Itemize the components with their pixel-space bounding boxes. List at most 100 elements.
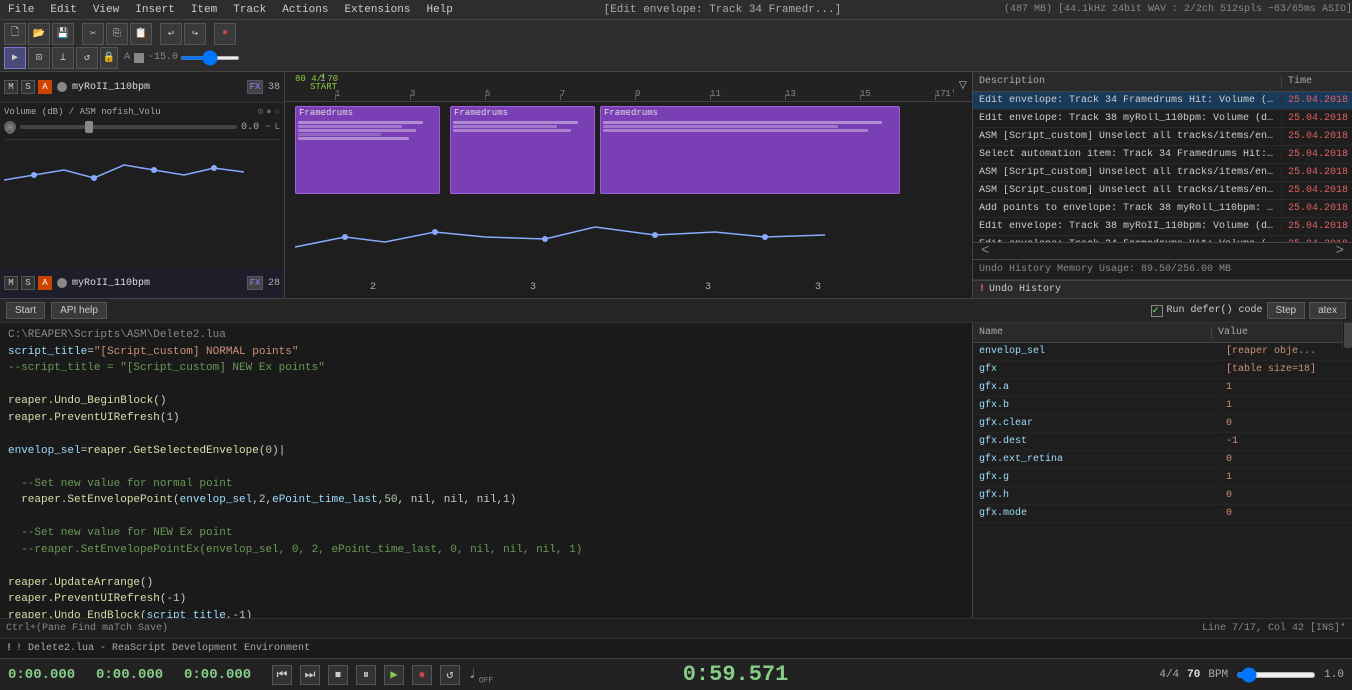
var-item[interactable]: gfx.clear 0: [973, 415, 1352, 433]
history-item[interactable]: ASM [Script_custom] Unselect all tracks/…: [973, 164, 1352, 182]
history-item[interactable]: Edit envelope: Track 34 Framedrums Hit: …: [973, 92, 1352, 110]
track1-mute[interactable]: M: [4, 80, 18, 94]
menu-extensions[interactable]: Extensions: [336, 2, 418, 18]
history-item[interactable]: Select automation item: Track 34 Framedr…: [973, 146, 1352, 164]
history-list[interactable]: Edit envelope: Track 34 Framedrums Hit: …: [973, 92, 1352, 242]
clip-3[interactable]: Framedrums: [600, 106, 900, 194]
history-item[interactable]: Add points to envelope: Track 38 myRoll_…: [973, 200, 1352, 218]
toolbar-lock[interactable]: 🔒: [100, 47, 118, 69]
toolbar-cut[interactable]: ✂: [82, 23, 104, 45]
var-item[interactable]: gfx.g 1: [973, 469, 1352, 487]
menu-view[interactable]: View: [85, 2, 127, 18]
toolbar-select[interactable]: ▶: [4, 47, 26, 69]
bpm-display: 70: [1187, 669, 1200, 681]
transport-skip-start[interactable]: ⏮: [272, 665, 292, 685]
var-item[interactable]: gfx.a 1: [973, 379, 1352, 397]
track1-arm[interactable]: A: [38, 80, 52, 94]
code-line-12: --Set new value for NEW Ex point: [8, 525, 964, 542]
arrange-tracks[interactable]: Framedrums Framedrums: [285, 102, 972, 298]
editor-controls-left: Start API help: [6, 302, 107, 319]
api-help-btn[interactable]: API help: [51, 302, 107, 319]
history-item[interactable]: Edit envelope: Track 38 myRoll_110bpm: V…: [973, 110, 1352, 128]
track2-arm[interactable]: A: [38, 276, 52, 290]
menu-file[interactable]: File: [0, 2, 42, 18]
var-item[interactable]: gfx.dest -1: [973, 433, 1352, 451]
title-exclaim: !: [6, 643, 12, 654]
menu-track[interactable]: Track: [225, 2, 274, 18]
title-text: ! Delete2.lua - ReaScript Development En…: [16, 643, 310, 654]
menu-actions[interactable]: Actions: [274, 2, 336, 18]
var-value: [reaper obje...: [1222, 346, 1352, 357]
track-volume-slider[interactable]: [180, 56, 240, 60]
toolbar-redo[interactable]: ↪: [184, 23, 206, 45]
track1-vol-slider[interactable]: [20, 125, 237, 129]
history-item[interactable]: ASM [Script_custom] Unselect all tracks/…: [973, 128, 1352, 146]
atex-btn[interactable]: atex: [1309, 302, 1346, 319]
transport-stop[interactable]: ⏹: [328, 665, 348, 685]
track1-knob[interactable]: ○: [4, 121, 16, 133]
history-item-text: ASM [Script_custom] Unselect all tracks/…: [973, 131, 1282, 142]
toolbar-open[interactable]: 📂: [28, 23, 50, 45]
track2-solo[interactable]: S: [21, 276, 35, 290]
history-item-date: 25.04.2018: [1282, 185, 1352, 196]
var-item[interactable]: gfx.ext_retina 0: [973, 451, 1352, 469]
transport-loop[interactable]: ↺: [440, 665, 460, 685]
transport-main-time: 0:59.571: [683, 662, 789, 687]
history-next-btn[interactable]: >: [1328, 243, 1352, 259]
transport-record[interactable]: ●: [412, 665, 432, 685]
menu-help[interactable]: Help: [418, 2, 460, 18]
var-item[interactable]: gfx.b 1: [973, 397, 1352, 415]
step-btn[interactable]: Step: [1267, 302, 1306, 319]
transport-pause[interactable]: ⏸: [356, 665, 376, 685]
var-item[interactable]: gfx [table size=18]: [973, 361, 1352, 379]
toolbar-paste[interactable]: 📋: [130, 23, 152, 45]
toolbar-save[interactable]: 💾: [52, 23, 74, 45]
code-editor[interactable]: C:\REAPER\Scripts\ASM\Delete2.lua script…: [0, 323, 972, 618]
toolbar-loop[interactable]: ↺: [76, 47, 98, 69]
track2-mute[interactable]: M: [4, 276, 18, 290]
toolbar-trim[interactable]: ⊡: [28, 47, 50, 69]
arrange-filter-icon: ▽: [959, 77, 967, 94]
var-name: gfx.h: [973, 490, 1222, 501]
bpm-slider[interactable]: [1236, 672, 1316, 678]
history-item-date: 25.04.2018: [1282, 203, 1352, 214]
clip-1-label: Framedrums: [296, 107, 439, 119]
var-name: envelop_sel: [973, 346, 1222, 357]
track1-envelope-area: [4, 139, 280, 219]
toolbar-record[interactable]: ●: [214, 23, 236, 45]
bottom-area: Start API help Run defer() code Step ate…: [0, 298, 1352, 638]
toolbar-copy[interactable]: ⎘: [106, 23, 128, 45]
toolbar-split[interactable]: ⊥: [52, 47, 74, 69]
code-line-8: [8, 459, 964, 476]
history-item[interactable]: Edit envelope: Track 38 myRoII_110bpm: V…: [973, 218, 1352, 236]
var-name: gfx.dest: [973, 436, 1222, 447]
history-item[interactable]: ASM [Script_custom] Unselect all tracks/…: [973, 182, 1352, 200]
track2-fx[interactable]: FX: [247, 276, 263, 290]
history-item-text: Select automation item: Track 34 Framedr…: [973, 149, 1282, 160]
menu-item[interactable]: Item: [183, 2, 225, 18]
code-line-1: script_title = "[Script_custom] NORMAL p…: [8, 344, 964, 361]
track1-fx[interactable]: FX: [247, 80, 263, 94]
start-btn[interactable]: Start: [6, 302, 45, 319]
history-prev-btn[interactable]: <: [973, 243, 997, 259]
code-line-17: reaper.Undo_EndBlock ( script_title , -1…: [8, 608, 964, 619]
track-1: M S A myRoII_110bpm FX 38 Volume (dB) / …: [0, 72, 284, 269]
menu-insert[interactable]: Insert: [127, 2, 183, 18]
toolbar-new[interactable]: 🗋: [4, 23, 26, 45]
clip-1[interactable]: Framedrums: [295, 106, 440, 194]
var-item[interactable]: gfx.h 0: [973, 487, 1352, 505]
run-defer-checkbox[interactable]: [1151, 305, 1163, 317]
menu-edit[interactable]: Edit: [42, 2, 84, 18]
code-line-5: reaper.PreventUIRefresh ( 1 ): [8, 410, 964, 427]
toolbar-undo[interactable]: ↩: [160, 23, 182, 45]
clip-2[interactable]: Framedrums: [450, 106, 595, 194]
window-title: [Edit envelope: Track 34 Framedr...]: [604, 4, 842, 16]
transport-metronome[interactable]: ♩OFF: [468, 664, 493, 686]
var-name: gfx.ext_retina: [973, 454, 1222, 465]
track1-solo[interactable]: S: [21, 80, 35, 94]
transport-skip-back[interactable]: ⏭: [300, 665, 320, 685]
bottom-status: Ctrl+(Pane Find maTch Save) Line 7/17, C…: [0, 618, 1352, 638]
var-item[interactable]: gfx.mode 0: [973, 505, 1352, 523]
transport-play[interactable]: ▶: [384, 665, 404, 685]
var-item[interactable]: envelop_sel [reaper obje...: [973, 343, 1352, 361]
